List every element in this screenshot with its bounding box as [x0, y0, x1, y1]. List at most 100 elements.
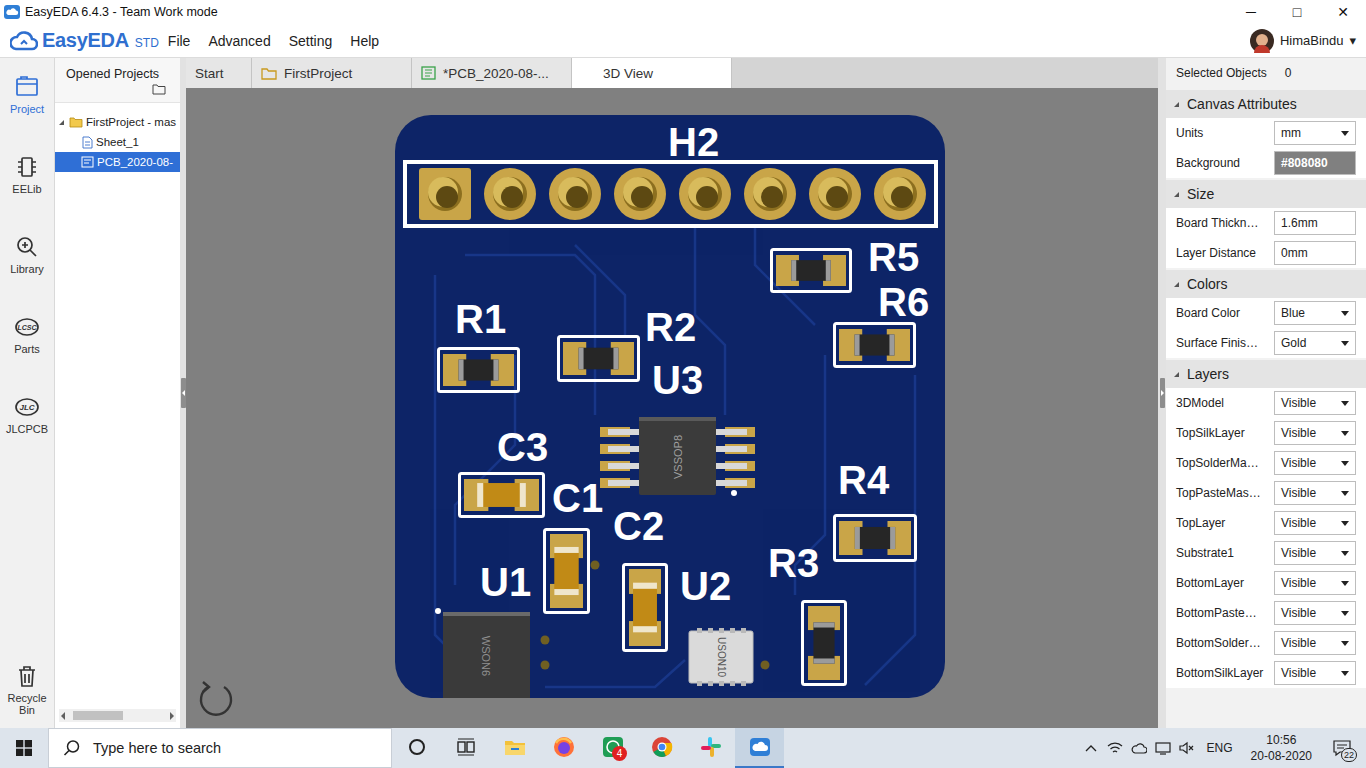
jlc-icon[interactable]: JLC — [14, 394, 40, 420]
cortana-icon[interactable] — [405, 735, 429, 759]
start-button[interactable] — [0, 728, 48, 768]
capacitor-footprint-icon[interactable] — [458, 472, 545, 518]
header-pin-icon[interactable] — [679, 168, 731, 220]
expander-icon[interactable] — [1174, 282, 1179, 287]
dropdown-caret-icon[interactable] — [1341, 491, 1349, 496]
tray-language[interactable]: ENG — [1199, 741, 1241, 755]
easyeda-icon[interactable] — [748, 735, 772, 759]
section-header[interactable]: Colors — [1166, 270, 1366, 298]
window-control-button[interactable]: □ — [1274, 0, 1320, 24]
resistor-footprint-icon[interactable] — [437, 347, 520, 393]
explorer-icon[interactable] — [503, 735, 527, 759]
chrome-icon[interactable] — [650, 735, 674, 759]
capacitor-footprint-icon[interactable] — [543, 528, 590, 614]
dropdown-caret-icon[interactable] — [1341, 401, 1349, 406]
property-select[interactable]: Gold — [1274, 331, 1356, 355]
tab[interactable]: Start — [186, 58, 252, 88]
rail-item[interactable]: EELib — [0, 138, 54, 218]
taskbar-app[interactable] — [490, 728, 539, 768]
header-pin-icon[interactable] — [744, 168, 796, 220]
taskbar-app[interactable] — [441, 728, 490, 768]
pin-header[interactable] — [403, 160, 938, 228]
uson-chip-icon[interactable]: USON10 — [687, 628, 755, 686]
collapse-handle[interactable] — [1160, 378, 1165, 408]
resistor-footprint-icon[interactable] — [770, 248, 852, 293]
property-select[interactable]: mm — [1274, 121, 1356, 145]
taskbar-app[interactable] — [686, 728, 735, 768]
collapse-handle[interactable] — [181, 378, 186, 408]
dropdown-caret-icon[interactable] — [1341, 431, 1349, 436]
rail-item[interactable]: Project — [0, 58, 54, 138]
dropdown-caret-icon[interactable] — [1341, 311, 1349, 316]
property-input[interactable]: #808080 — [1274, 151, 1356, 175]
taskbar-app[interactable] — [392, 728, 441, 768]
menu-item[interactable]: File — [159, 29, 200, 53]
resistor-footprint-icon[interactable] — [833, 322, 916, 368]
scroll-right-icon[interactable] — [170, 712, 174, 720]
header-pin-icon[interactable] — [549, 168, 601, 220]
vssop-chip-icon[interactable]: VSSOP8 — [600, 415, 755, 497]
expander-icon[interactable] — [59, 120, 64, 125]
notifications-button[interactable]: 22 — [1322, 728, 1362, 768]
user-menu[interactable]: HimaBindu▾ — [1250, 29, 1356, 53]
right-splitter[interactable] — [1158, 58, 1166, 728]
open-folder-icon[interactable] — [152, 83, 166, 95]
header-pin-icon[interactable] — [874, 168, 926, 220]
property-select[interactable]: Visible — [1274, 451, 1356, 475]
tab[interactable]: *PCB_2020-08-... — [412, 58, 572, 88]
slack-icon[interactable] — [699, 735, 723, 759]
menu-item[interactable]: Setting — [280, 29, 342, 53]
header-pin-icon[interactable] — [484, 168, 536, 220]
firefox-icon[interactable] — [552, 735, 576, 759]
menu-item[interactable]: Advanced — [199, 29, 279, 53]
taskbar-app[interactable] — [735, 728, 784, 768]
section-header[interactable]: Canvas Attributes — [1166, 90, 1366, 118]
resistor-footprint-icon[interactable] — [833, 514, 917, 562]
rail-item[interactable]: Library — [0, 218, 54, 298]
expander-icon[interactable] — [1174, 192, 1179, 197]
property-select[interactable]: Visible — [1274, 661, 1356, 685]
tree-item[interactable]: PCB_2020-08- — [55, 152, 180, 172]
property-select[interactable]: Visible — [1274, 511, 1356, 535]
property-select[interactable]: Visible — [1274, 571, 1356, 595]
taskbar-app[interactable] — [539, 728, 588, 768]
section-header[interactable]: Size — [1166, 180, 1366, 208]
dropdown-caret-icon[interactable] — [1341, 521, 1349, 526]
capacitor-footprint-icon[interactable] — [622, 563, 668, 652]
dropdown-caret-icon[interactable] — [1341, 581, 1349, 586]
eelib-icon[interactable] — [14, 154, 40, 180]
taskview-icon[interactable] — [454, 735, 478, 759]
rail-item[interactable]: Recycle Bin — [0, 663, 54, 728]
tab[interactable]: FirstProject — [252, 58, 412, 88]
tree-item[interactable]: FirstProject - mas — [55, 112, 180, 132]
header-pin-icon[interactable] — [614, 168, 666, 220]
resistor-footprint-icon[interactable] — [557, 335, 640, 382]
property-input[interactable]: 1.6mm — [1274, 211, 1356, 235]
logo[interactable]: EasyEDASTD — [10, 29, 159, 52]
wson-chip-icon[interactable]: WSON6 — [435, 607, 530, 698]
resistor-footprint-icon[interactable] — [801, 600, 847, 686]
tree-item[interactable]: Sheet_1 — [55, 132, 180, 152]
rail-item[interactable]: JLCJLCPCB — [0, 378, 54, 458]
property-select[interactable]: Visible — [1274, 631, 1356, 655]
dropdown-caret-icon[interactable] — [1341, 131, 1349, 136]
tray-app[interactable] — [1151, 728, 1175, 768]
dropdown-caret-icon[interactable] — [1341, 341, 1349, 346]
rail-item[interactable]: LCSCParts — [0, 298, 54, 378]
tray-volume[interactable] — [1175, 728, 1199, 768]
tray-overflow[interactable] — [1079, 728, 1103, 768]
property-select[interactable]: Visible — [1274, 601, 1356, 625]
property-select[interactable]: Visible — [1274, 421, 1356, 445]
horizontal-scrollbar[interactable] — [59, 709, 176, 722]
expander-icon[interactable] — [1174, 372, 1179, 377]
window-control-button[interactable]: ✕ — [1320, 0, 1366, 24]
property-select[interactable]: Blue — [1274, 301, 1356, 325]
property-input[interactable]: 0mm — [1274, 241, 1356, 265]
taskbar-search[interactable]: Type here to search — [48, 728, 392, 768]
property-select[interactable]: Visible — [1274, 391, 1356, 415]
dropdown-caret-icon[interactable] — [1341, 671, 1349, 676]
window-control-button[interactable]: ─ — [1228, 0, 1274, 24]
tray-clock[interactable]: 10:5620-08-2020 — [1241, 732, 1322, 764]
3d-canvas[interactable]: H2R5R6R1R2VSSOP8U3C3R4C1C2WSON6U1USON10U… — [186, 88, 1158, 728]
menu-item[interactable]: Help — [341, 29, 388, 53]
